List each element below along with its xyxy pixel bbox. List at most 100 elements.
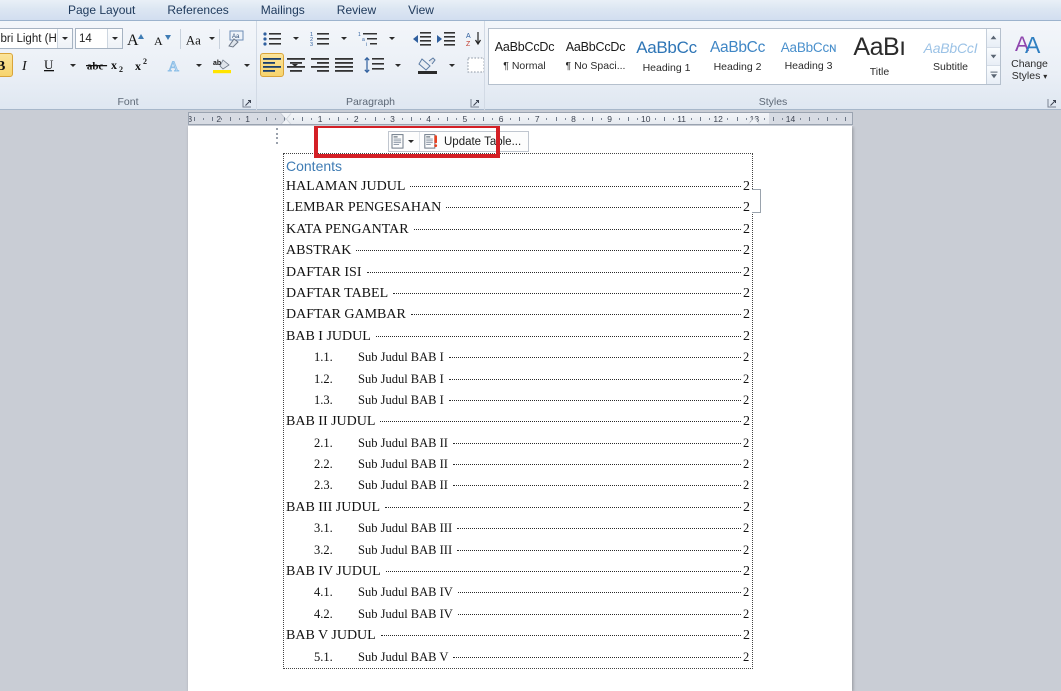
toc-entry[interactable]: 1.2. Sub Judul BAB I 2 (284, 369, 752, 390)
toc-leader-dots (452, 442, 741, 444)
clear-formatting-button[interactable]: Aa (223, 27, 249, 51)
justify-button[interactable] (332, 53, 356, 77)
style-heading-3[interactable]: AaBbCcɴ Heading 3 (773, 29, 844, 84)
bullets-dropdown-icon[interactable] (284, 27, 308, 51)
horizontal-ruler[interactable]: 32112345678910111213141617 (188, 112, 853, 125)
shading-button[interactable] (416, 53, 440, 77)
tab-references[interactable]: References (151, 0, 244, 20)
text-highlight-color-button[interactable]: ab (211, 53, 235, 77)
tab-review[interactable]: Review (321, 0, 392, 20)
styles-scroll-up-icon[interactable] (987, 29, 1000, 48)
change-case-button[interactable]: Aa (184, 27, 216, 51)
multilevel-list-dropdown-icon[interactable] (380, 27, 404, 51)
strikethrough-button[interactable]: abc (85, 53, 109, 77)
styles-dialog-launcher[interactable] (1047, 98, 1058, 109)
change-styles-button[interactable]: A A Change Styles ▾ (1001, 28, 1058, 85)
style-no-spacing[interactable]: AaBbCcDc ¶ No Spaci... (560, 29, 631, 84)
styles-gallery-scrollbar[interactable] (986, 29, 1000, 85)
font-size-dropdown-icon[interactable] (107, 29, 122, 48)
toc-entry[interactable]: 3.1. Sub Judul BAB III 2 (284, 518, 752, 539)
decrease-indent-button[interactable] (410, 27, 434, 51)
toc-entry[interactable]: 2.3. Sub Judul BAB II 2 (284, 475, 752, 496)
underline-dropdown-icon[interactable] (61, 53, 85, 77)
toc-entry[interactable]: LEMBAR PENGESAHAN 2 (284, 197, 752, 218)
toc-entry[interactable]: BAB V JUDUL 2 (284, 625, 752, 646)
paragraph-dialog-launcher[interactable] (470, 98, 481, 109)
right-indent-marker[interactable] (749, 118, 759, 124)
ruler-area: 32112345678910111213141617 (0, 110, 1061, 126)
multilevel-list-button[interactable]: 1 a i (356, 27, 380, 51)
text-effects-dropdown-icon[interactable] (187, 53, 211, 77)
ruler-number: 9 (607, 114, 613, 124)
shrink-font-button[interactable]: A (151, 27, 177, 51)
grow-font-button[interactable]: A (125, 27, 151, 51)
toc-entry[interactable]: BAB II JUDUL 2 (284, 411, 752, 432)
toc-entry[interactable]: BAB III JUDUL 2 (284, 497, 752, 518)
svg-text:U: U (44, 57, 54, 72)
toc-options-caret-icon[interactable] (405, 140, 417, 143)
update-table-label: Update Table... (444, 135, 522, 148)
shading-dropdown-icon[interactable] (440, 53, 464, 77)
styles-more-icon[interactable] (987, 66, 1000, 85)
text-effects-button[interactable]: A (163, 53, 187, 77)
toc-entry[interactable]: 3.2. Sub Judul BAB III 2 (284, 540, 752, 561)
toc-entry[interactable]: 2.2. Sub Judul BAB II 2 (284, 454, 752, 475)
toc-entry-page: 2 (743, 200, 750, 216)
font-name-combo[interactable]: alibri Light (He (0, 28, 73, 49)
toc-entry[interactable]: 4.2. Sub Judul BAB IV 2 (284, 604, 752, 625)
toc-entry[interactable]: 1.3. Sub Judul BAB I 2 (284, 390, 752, 411)
style-heading-1[interactable]: AaBbCс Heading 1 (631, 29, 702, 84)
line-spacing-dropdown-icon[interactable] (386, 53, 410, 77)
align-center-button[interactable] (284, 53, 308, 77)
subscript-button[interactable]: x2 (109, 53, 133, 77)
ruler-tick (193, 117, 195, 121)
line-spacing-button[interactable] (362, 53, 386, 77)
ruler-tick (293, 118, 295, 120)
update-table-button[interactable]: Update Table... (420, 132, 528, 151)
underline-button[interactable]: U (37, 53, 61, 77)
italic-button[interactable]: I (13, 53, 37, 77)
styles-scroll-down-icon[interactable] (987, 47, 1000, 67)
toc-entry[interactable]: KATA PENGANTAR 2 (284, 219, 752, 240)
increase-indent-button[interactable] (434, 27, 458, 51)
toc-entry[interactable]: BAB IV JUDUL 2 (284, 561, 752, 582)
numbering-button[interactable]: 1 2 3 (308, 27, 332, 51)
toc-entry-page: 2 (743, 585, 750, 600)
ruler-number: 5 (462, 114, 468, 124)
toc-entry[interactable]: 5.1. Sub Judul BAB V 2 (284, 647, 752, 668)
bullets-button[interactable] (260, 27, 284, 51)
font-dialog-launcher[interactable] (242, 98, 253, 109)
document-page[interactable]: Update Table... Contents HALAMAN JUDUL 2 L… (188, 126, 852, 691)
bold-button[interactable]: B (0, 53, 13, 77)
numbering-dropdown-icon[interactable] (332, 27, 356, 51)
ruler-tick (202, 118, 204, 120)
toc-entry[interactable]: 4.1. Sub Judul BAB IV 2 (284, 582, 752, 603)
style-heading-2[interactable]: AaBbCc Heading 2 (702, 29, 773, 84)
toc-entry[interactable]: HALAMAN JUDUL 2 (284, 176, 752, 197)
align-left-button[interactable] (260, 53, 284, 77)
toc-options-button[interactable] (389, 132, 420, 151)
tab-mailings[interactable]: Mailings (245, 0, 321, 20)
toc-entry[interactable]: BAB I JUDUL 2 (284, 326, 752, 347)
toc-entry[interactable]: 1.1. Sub Judul BAB I 2 (284, 347, 752, 368)
font-size-combo[interactable]: 14 (75, 28, 123, 49)
style-normal[interactable]: AaBbCcDc ¶ Normal (489, 29, 560, 84)
superscript-button[interactable]: x2 (133, 53, 157, 77)
content-control-handle[interactable] (272, 127, 281, 145)
change-styles-caret-icon[interactable]: ▾ (1043, 72, 1047, 81)
toc-entry[interactable]: DAFTAR TABEL 2 (284, 283, 752, 304)
toc-entry[interactable]: 2.1. Sub Judul BAB II 2 (284, 433, 752, 454)
toc-entry[interactable]: ABSTRAK 2 (284, 240, 752, 261)
font-name-dropdown-icon[interactable] (57, 29, 72, 48)
align-right-button[interactable] (308, 53, 332, 77)
style-title[interactable]: AaBı Title (844, 29, 915, 84)
toc-content-control[interactable]: Update Table... Contents HALAMAN JUDUL 2 L… (275, 126, 761, 669)
hanging-indent-marker[interactable] (281, 119, 291, 124)
style-subtitle[interactable]: AaBbCcI Subtitle (915, 29, 986, 84)
toc-entry-label: BAB V JUDUL (286, 628, 376, 644)
tab-view[interactable]: View (392, 0, 450, 20)
toc-entry[interactable]: DAFTAR ISI 2 (284, 262, 752, 283)
svg-text:x: x (111, 58, 117, 72)
tab-page-layout[interactable]: Page Layout (52, 0, 151, 20)
toc-entry[interactable]: DAFTAR GAMBAR 2 (284, 304, 752, 325)
